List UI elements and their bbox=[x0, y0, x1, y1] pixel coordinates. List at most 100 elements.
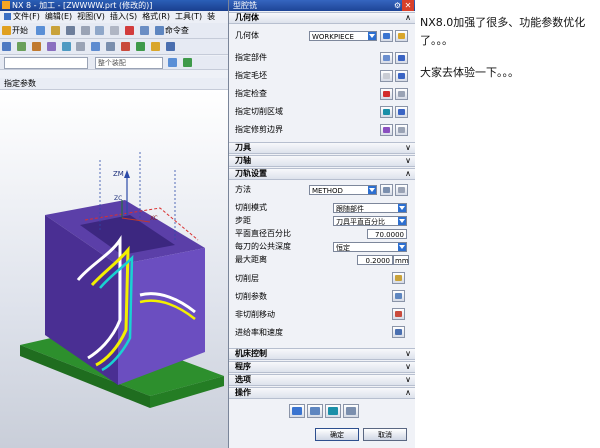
show-part-button[interactable] bbox=[395, 52, 408, 64]
method-select[interactable]: METHOD bbox=[309, 185, 377, 195]
new-method-button[interactable] bbox=[380, 184, 393, 196]
save-icon[interactable] bbox=[65, 26, 75, 35]
open-icon[interactable] bbox=[50, 26, 60, 35]
geometry-select[interactable]: WORKPIECE bbox=[309, 31, 377, 41]
section-program[interactable]: 程序 ∨ bbox=[229, 361, 415, 373]
chevron-down-icon[interactable] bbox=[368, 186, 376, 194]
section-machine-control[interactable]: 机床控制 ∨ bbox=[229, 348, 415, 360]
specify-blank-button[interactable] bbox=[380, 70, 393, 82]
chevron-up-icon[interactable]: ∧ bbox=[405, 388, 411, 398]
create-program-icon[interactable] bbox=[2, 42, 11, 51]
common-depth-select[interactable]: 恒定 bbox=[333, 242, 407, 252]
start-button[interactable]: 开始 bbox=[12, 26, 28, 35]
chevron-down-icon[interactable] bbox=[368, 32, 376, 40]
app-menu-icon[interactable] bbox=[4, 13, 11, 20]
menu-edit[interactable]: 编辑(E) bbox=[45, 12, 72, 21]
feeds-speeds-button[interactable] bbox=[392, 326, 405, 338]
menu-assembly[interactable]: 装 bbox=[207, 12, 215, 21]
command-finder-label[interactable]: 命令查 bbox=[165, 26, 189, 35]
chevron-down-icon[interactable]: ∨ bbox=[405, 362, 411, 372]
edit-method-button[interactable] bbox=[395, 184, 408, 196]
chevron-down-icon[interactable] bbox=[398, 217, 406, 225]
create-operation-icon[interactable] bbox=[61, 42, 71, 51]
stepover-select[interactable]: 刀具平直百分比 bbox=[333, 216, 407, 226]
specify-check-button[interactable] bbox=[380, 88, 393, 100]
section-machine-control-label: 机床控制 bbox=[235, 349, 267, 358]
flat-diameter-input[interactable]: 70.0000 bbox=[367, 229, 407, 239]
paste-icon[interactable] bbox=[110, 26, 120, 35]
cancel-button[interactable]: 取消 bbox=[363, 428, 407, 441]
non-cut-moves-button[interactable] bbox=[392, 308, 405, 320]
assembly-scope-combo[interactable]: 整个装配 bbox=[94, 57, 163, 69]
copy-icon[interactable] bbox=[95, 26, 105, 35]
section-geometry[interactable]: 几何体 ∧ bbox=[229, 12, 415, 24]
menu-format[interactable]: 格式(R) bbox=[142, 12, 170, 21]
method-label: 方法 bbox=[235, 185, 251, 194]
menu-tools[interactable]: 工具(T) bbox=[175, 12, 202, 21]
ok-button[interactable]: 确定 bbox=[315, 428, 359, 441]
cut-levels-button[interactable] bbox=[392, 272, 405, 284]
menu-insert[interactable]: 插入(S) bbox=[110, 12, 137, 21]
delete-icon[interactable] bbox=[125, 26, 135, 35]
specify-part-button[interactable] bbox=[380, 52, 393, 64]
section-options[interactable]: 选项 ∨ bbox=[229, 374, 415, 386]
replay-path-icon[interactable] bbox=[91, 42, 101, 51]
show-cut-area-button[interactable] bbox=[395, 106, 408, 118]
display-icon[interactable] bbox=[165, 42, 175, 51]
chevron-down-icon[interactable]: ∨ bbox=[405, 143, 411, 153]
new-geometry-button[interactable] bbox=[380, 30, 393, 42]
edit-geometry-button[interactable] bbox=[395, 30, 408, 42]
type-filter-combo[interactable] bbox=[4, 57, 88, 69]
cut-area-label: 指定切削区域 bbox=[235, 107, 283, 116]
section-actions[interactable]: 操作 ∧ bbox=[229, 387, 415, 399]
section-path-settings[interactable]: 刀轨设置 ∧ bbox=[229, 168, 415, 180]
menu-view[interactable]: 视图(V) bbox=[77, 12, 105, 21]
cut-params-button[interactable] bbox=[392, 290, 405, 302]
generate-button[interactable] bbox=[289, 404, 305, 418]
chevron-down-icon[interactable] bbox=[398, 243, 406, 251]
dialog-settings-icon[interactable]: ⚙ bbox=[394, 0, 401, 11]
postprocess-icon[interactable] bbox=[121, 42, 130, 51]
specify-trim-button[interactable] bbox=[380, 124, 393, 136]
chevron-up-icon[interactable]: ∧ bbox=[405, 13, 411, 23]
new-icon[interactable] bbox=[35, 26, 45, 35]
max-distance-unit[interactable]: mm bbox=[393, 255, 409, 265]
generate-path-icon[interactable] bbox=[76, 42, 86, 51]
close-icon[interactable]: ✕ bbox=[402, 0, 414, 11]
cut-params-label: 切削参数 bbox=[235, 292, 267, 301]
cut-pattern-select[interactable]: 跟随部件 bbox=[333, 203, 407, 213]
verify-button[interactable] bbox=[325, 404, 341, 418]
chevron-down-icon[interactable]: ∨ bbox=[405, 156, 411, 166]
command-finder-icon[interactable] bbox=[154, 26, 164, 35]
create-tool-icon[interactable] bbox=[16, 42, 26, 51]
list-button[interactable] bbox=[343, 404, 359, 418]
chevron-up-icon[interactable]: ∧ bbox=[405, 169, 411, 179]
menu-file[interactable]: 文件(F) bbox=[13, 12, 40, 21]
cut-icon[interactable] bbox=[80, 26, 90, 35]
section-tool-axis-label: 刀轴 bbox=[235, 156, 251, 165]
create-method-icon[interactable] bbox=[46, 42, 56, 51]
check-label: 指定检查 bbox=[235, 89, 267, 98]
machine-icon[interactable] bbox=[150, 42, 160, 51]
max-distance-input[interactable]: 0.2000 bbox=[357, 255, 393, 265]
section-geometry-label: 几何体 bbox=[235, 13, 259, 22]
select-icon[interactable] bbox=[182, 58, 192, 67]
verify-path-icon[interactable] bbox=[106, 42, 116, 51]
create-geometry-icon[interactable] bbox=[31, 42, 41, 51]
graphics-viewport[interactable]: ZM ZC XC bbox=[0, 90, 228, 448]
chevron-down-icon[interactable]: ∨ bbox=[405, 375, 411, 385]
show-check-button[interactable] bbox=[395, 88, 408, 100]
replay-button[interactable] bbox=[307, 404, 323, 418]
section-tool-axis[interactable]: 刀轴 ∨ bbox=[229, 155, 415, 167]
undo-icon[interactable] bbox=[140, 26, 149, 35]
chevron-down-icon[interactable] bbox=[398, 204, 406, 212]
specify-cut-area-button[interactable] bbox=[380, 106, 393, 118]
section-tool[interactable]: 刀具 ∨ bbox=[229, 142, 415, 154]
section-actions-label: 操作 bbox=[235, 388, 251, 397]
start-icon[interactable] bbox=[2, 26, 11, 35]
snap-icon[interactable] bbox=[167, 58, 177, 67]
chevron-down-icon[interactable]: ∨ bbox=[405, 349, 411, 359]
shop-doc-icon[interactable] bbox=[135, 42, 145, 51]
show-blank-button[interactable] bbox=[395, 70, 408, 82]
show-trim-button[interactable] bbox=[395, 124, 408, 136]
